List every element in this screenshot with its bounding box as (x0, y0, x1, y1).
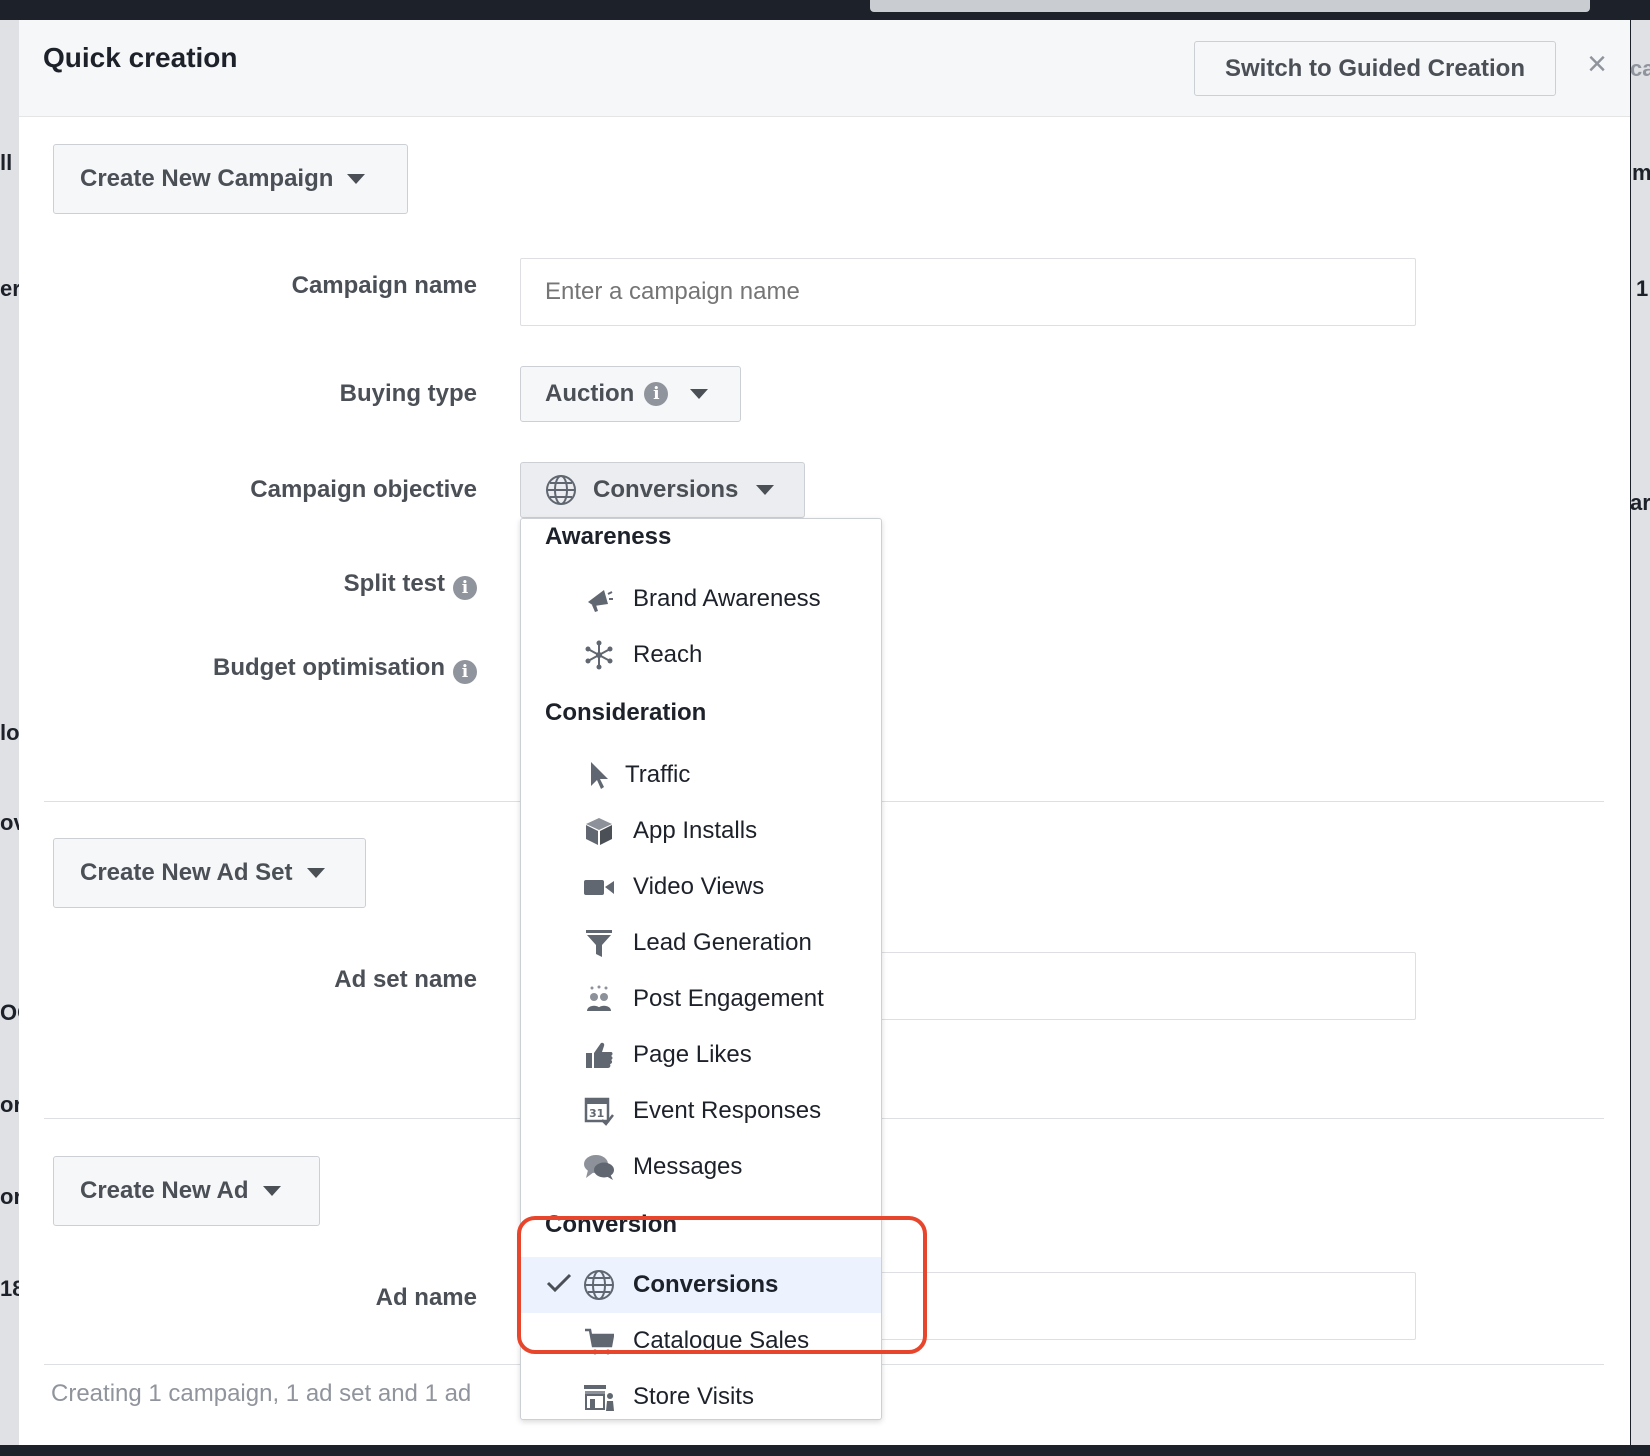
objective-option-conversions[interactable]: Conversions (521, 1257, 881, 1313)
buying-type-value: Auction (545, 380, 635, 407)
globe-icon (583, 1269, 615, 1301)
group-consideration: Consideration (545, 699, 707, 726)
create-new-ad-label: Create New Ad (80, 1177, 249, 1204)
budget-optimisation-label: Budget optimisation i (213, 654, 477, 684)
info-icon[interactable]: i (644, 382, 669, 406)
reach-icon (583, 639, 615, 671)
create-new-campaign-label: Create New Campaign (80, 165, 334, 192)
chevron-down-icon (756, 485, 775, 495)
background-text-fragment: ca (1630, 56, 1650, 81)
thumbs-up-icon (583, 1039, 615, 1071)
megaphone-icon (583, 583, 615, 615)
modal-title: Quick creation (43, 42, 238, 73)
objective-label: Conversions (633, 1271, 779, 1298)
create-new-ad-button[interactable]: Create New Ad (53, 1156, 320, 1226)
info-icon[interactable]: i (453, 576, 477, 600)
objective-label: Page Likes (633, 1041, 752, 1068)
objective-option-catalogue-sales[interactable]: Catalogue Sales (521, 1313, 881, 1369)
objective-label: Traffic (625, 761, 691, 788)
box-icon (583, 815, 615, 847)
objective-label: Event Responses (633, 1097, 822, 1124)
creation-summary: Creating 1 campaign, 1 ad set and 1 ad (51, 1380, 472, 1407)
objective-option-traffic[interactable]: Traffic (521, 747, 881, 803)
ad-set-name-label: Ad set name (334, 966, 477, 993)
funnel-icon (583, 927, 615, 959)
chevron-down-icon (306, 868, 325, 878)
split-test-text: Split test (343, 570, 445, 597)
objective-option-reach[interactable]: Reach (521, 627, 881, 683)
objective-label: Brand Awareness (633, 585, 821, 612)
objective-option-app-installs[interactable]: App Installs (521, 803, 881, 859)
objective-option-store-visits[interactable]: Store Visits (521, 1369, 881, 1425)
modal-header: Quick creation Switch to Guided Creation… (19, 20, 1630, 117)
objective-option-video-views[interactable]: Video Views (521, 859, 881, 915)
people-icon (583, 983, 615, 1015)
close-icon[interactable]: × (1581, 47, 1613, 81)
campaign-name-input[interactable] (520, 258, 1416, 326)
campaign-name-label: Campaign name (291, 272, 477, 299)
objective-label: App Installs (633, 817, 758, 844)
campaign-objective-select[interactable]: Conversions (520, 462, 805, 518)
group-awareness: Awareness (545, 523, 672, 550)
chevron-down-icon (690, 389, 709, 399)
objective-label: Store Visits (633, 1383, 754, 1410)
svg-text:31: 31 (589, 1107, 604, 1120)
campaign-objective-value: Conversions (593, 476, 739, 503)
objective-label: Reach (633, 641, 703, 668)
background-top-bar (870, 0, 1590, 12)
objective-label: Catalogue Sales (633, 1327, 810, 1354)
switch-to-guided-creation-button[interactable]: Switch to Guided Creation (1194, 41, 1556, 96)
background-text-fragment: ll (0, 150, 13, 175)
campaign-objective-dropdown: Awareness Brand Awareness Reach Consider… (520, 518, 882, 1420)
background-text-fragment: 1 (1636, 276, 1649, 301)
objective-label: Post Engagement (633, 985, 824, 1012)
ad-name-label: Ad name (375, 1284, 477, 1311)
objective-option-messages[interactable]: Messages (521, 1139, 881, 1195)
chevron-down-icon (347, 174, 366, 184)
split-test-label: Split test i (344, 570, 477, 600)
chat-bubbles-icon (583, 1151, 615, 1183)
campaign-objective-label: Campaign objective (250, 476, 477, 503)
cursor-icon (583, 759, 615, 791)
quick-creation-modal: Quick creation Switch to Guided Creation… (19, 20, 1630, 1445)
globe-icon (546, 475, 576, 505)
info-icon[interactable]: i (453, 660, 477, 684)
cart-icon (583, 1325, 615, 1357)
objective-label: Lead Generation (633, 929, 812, 956)
store-icon (583, 1381, 615, 1413)
create-new-ad-set-button[interactable]: Create New Ad Set (53, 838, 366, 908)
calendar-icon: 31 (583, 1095, 615, 1127)
background-page-right (1631, 20, 1650, 1445)
buying-type-label: Buying type (339, 380, 477, 407)
background-text-fragment: ar (1630, 490, 1650, 515)
create-new-ad-set-label: Create New Ad Set (80, 859, 293, 886)
buying-type-select[interactable]: Auction i (520, 366, 741, 422)
background-text-fragment: lo (0, 720, 20, 745)
chevron-down-icon (262, 1186, 281, 1196)
group-conversion: Conversion (545, 1211, 678, 1238)
objective-option-event-responses[interactable]: 31 Event Responses (521, 1083, 881, 1139)
objective-label: Video Views (633, 873, 765, 900)
objective-option-lead-generation[interactable]: Lead Generation (521, 915, 881, 971)
objective-option-brand-awareness[interactable]: Brand Awareness (521, 571, 881, 627)
budget-optimisation-text: Budget optimisation (213, 654, 445, 681)
video-camera-icon (583, 871, 615, 903)
background-text-fragment: m (1632, 160, 1650, 185)
objective-option-post-engagement[interactable]: Post Engagement (521, 971, 881, 1027)
objective-option-page-likes[interactable]: Page Likes (521, 1027, 881, 1083)
checkmark-icon (546, 1273, 572, 1293)
objective-label: Messages (633, 1153, 743, 1180)
create-new-campaign-button[interactable]: Create New Campaign (53, 144, 408, 214)
